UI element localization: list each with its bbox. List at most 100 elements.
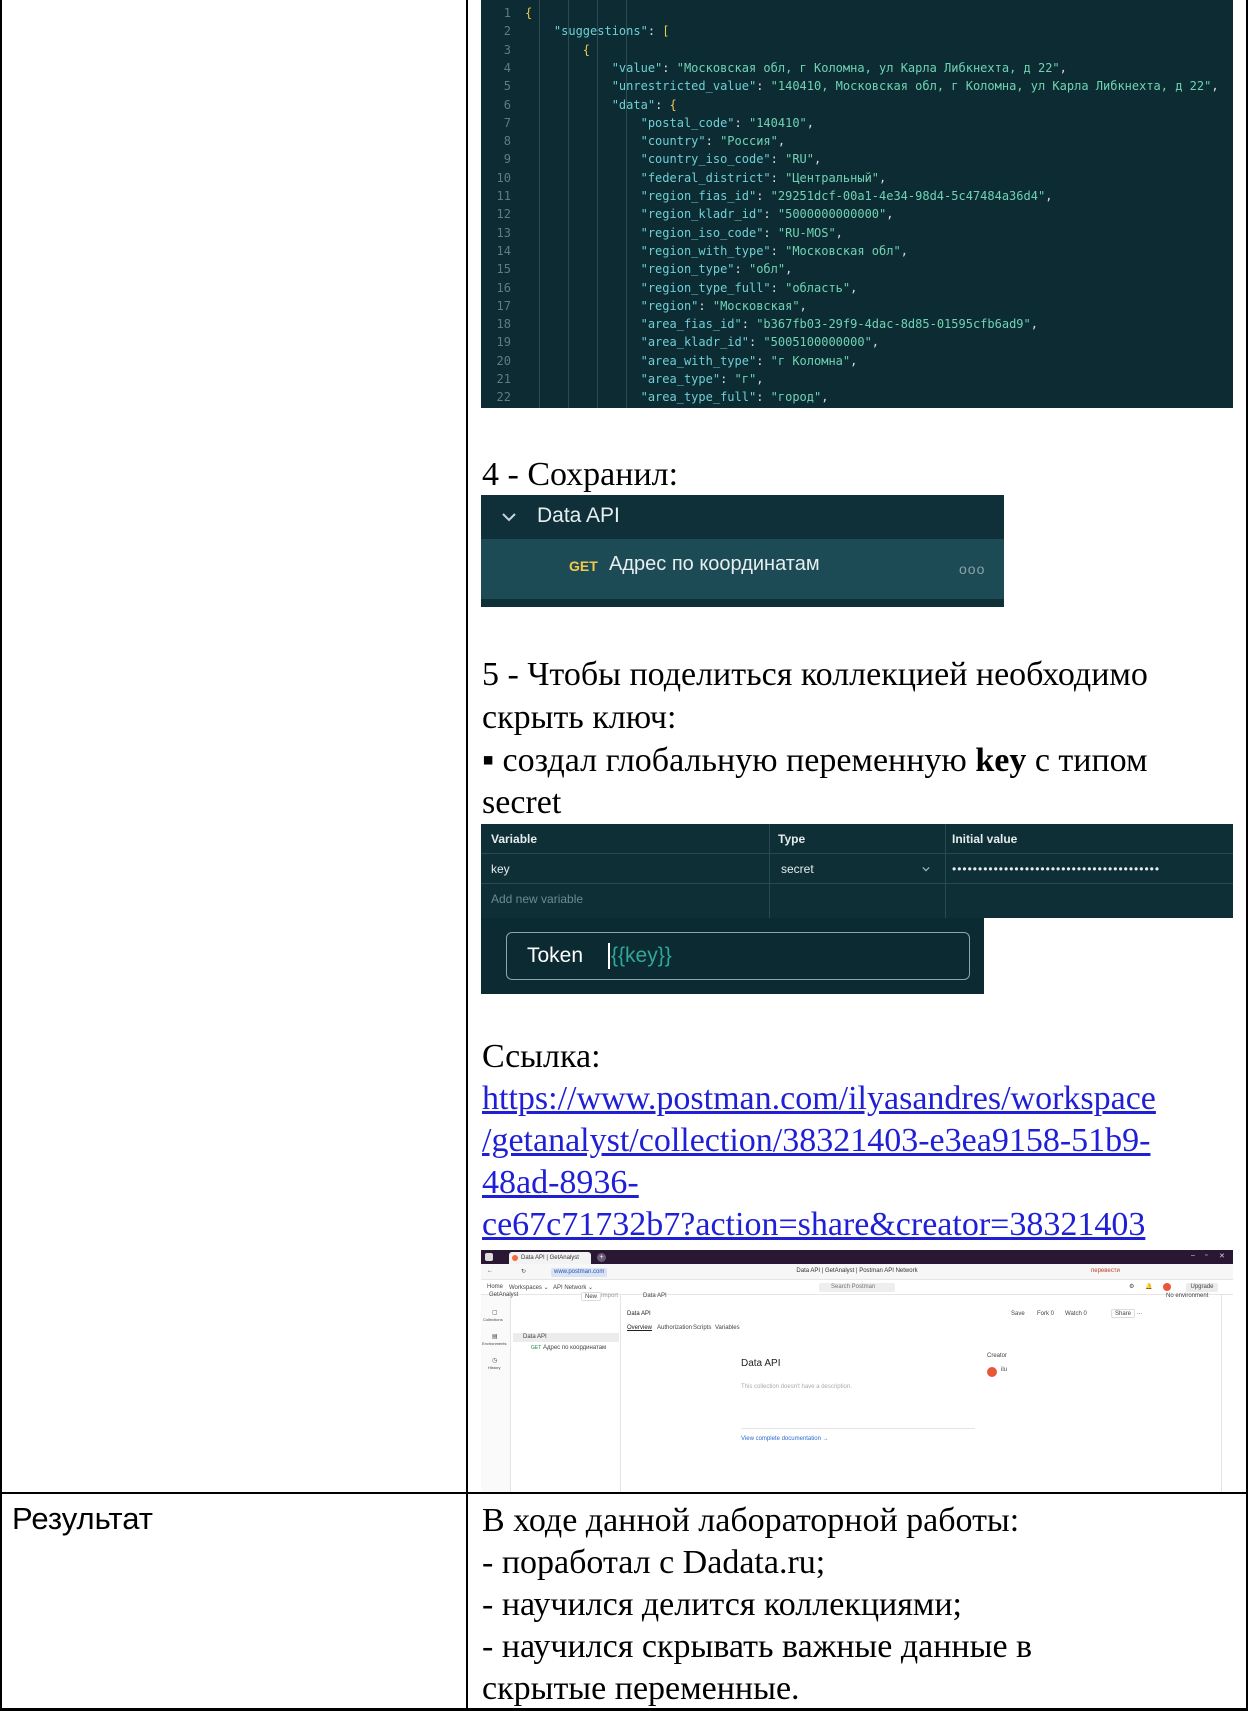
variable-name[interactable]: key xyxy=(491,862,510,876)
avatar[interactable] xyxy=(1163,1283,1171,1291)
line-number: 4 xyxy=(503,60,511,75)
minimize-icon[interactable]: – xyxy=(1191,1252,1195,1259)
tree-request[interactable]: Адрес по координатам xyxy=(543,1345,606,1351)
nav-home[interactable]: Home xyxy=(487,1284,503,1290)
save-button[interactable]: Save xyxy=(1011,1311,1025,1317)
more-actions-button[interactable]: ... xyxy=(1137,1310,1142,1316)
code-token: , xyxy=(806,115,814,130)
collections-icon[interactable]: ▢ xyxy=(492,1309,498,1316)
bell-icon[interactable]: 🔔 xyxy=(1145,1283,1152,1290)
address-bar[interactable]: ← ↻ www.postman.com Data API | GetAnalys… xyxy=(481,1264,1233,1280)
collection-name: Data API xyxy=(537,504,620,527)
share-link-line2[interactable]: /getanalyst/collection/38321403-e3ea9158… xyxy=(482,1122,1150,1160)
line-number: 18 xyxy=(496,317,511,332)
collection-row[interactable]: Data API xyxy=(481,495,1004,539)
code-token: "г" xyxy=(734,372,757,386)
code-token: "area_fias_id" xyxy=(640,317,742,332)
import-button[interactable]: Import xyxy=(601,1293,618,1299)
code-token: "region_fias_id" xyxy=(640,189,757,203)
sidebar-collections[interactable]: Collections xyxy=(483,1317,503,1322)
maximize-icon[interactable]: ▫ xyxy=(1205,1252,1207,1259)
add-variable-row[interactable]: Add new variable xyxy=(481,884,1233,914)
code-token: : xyxy=(756,353,771,368)
subtab-overview[interactable]: Overview xyxy=(627,1325,652,1331)
variable-type[interactable]: secret xyxy=(781,862,814,876)
add-variable-input[interactable]: Add new variable xyxy=(491,892,583,906)
code-text: "postal_code": "140410", xyxy=(525,114,814,132)
line-number: 22 xyxy=(496,390,511,405)
code-token: "29251dcf-00a1-4e34-98d4-5c47484a36d4" xyxy=(770,189,1046,203)
postman-main: Data API No environment Data API Save Fo… xyxy=(621,1293,1233,1492)
code-token: , xyxy=(785,262,793,277)
line-number: 16 xyxy=(496,280,511,295)
environments-icon[interactable]: ▤ xyxy=(492,1333,498,1340)
watch-button[interactable]: Watch 0 xyxy=(1065,1311,1087,1317)
code-token: "area_type" xyxy=(640,372,721,386)
code-line: 3 { xyxy=(481,41,1233,59)
code-token: "обл" xyxy=(748,262,786,277)
request-name: Адрес по координатам xyxy=(609,553,820,575)
environment-select[interactable]: No environment xyxy=(1166,1293,1208,1299)
share-button[interactable]: Share xyxy=(1111,1309,1136,1318)
code-text: "area_type_full": "город", xyxy=(525,388,829,406)
code-token: [ xyxy=(662,24,670,39)
code-text: "region_with_type": "Московская обл", xyxy=(525,242,908,260)
result-line4: - научился скрывать важные данные в xyxy=(482,1628,1033,1665)
search-input[interactable]: Search Postman xyxy=(819,1283,895,1292)
collection-tree: GetAnalyst New Import Data API GET Адрес… xyxy=(489,1292,621,1492)
new-tab-button[interactable]: + xyxy=(597,1253,606,1262)
subtab-authorization[interactable]: Authorization xyxy=(657,1325,692,1331)
nav-api-network[interactable]: API Network ⌄ xyxy=(553,1284,593,1291)
subtab-scripts[interactable]: Scripts xyxy=(693,1325,711,1331)
sidebar-history[interactable]: History xyxy=(488,1365,500,1370)
code-token: "region_with_type" xyxy=(640,243,771,258)
token-input[interactable]: Token {{key}} xyxy=(506,932,970,980)
bullet-text: ▪ создал глобальную переменную xyxy=(482,742,976,779)
code-token: "value" xyxy=(611,60,663,75)
tree-collection[interactable]: Data API xyxy=(523,1334,547,1340)
request-row[interactable]: GET Адрес по координатам ooo xyxy=(481,539,1004,599)
variable-value-masked[interactable]: •••••••••••••••••••••••••••••••••••••••• xyxy=(952,862,1160,876)
code-text: "area_kladr_id": "5005100000000", xyxy=(525,333,879,351)
bullet-bold-key: key xyxy=(975,742,1027,779)
no-description-text: This collection doesn't have a descripti… xyxy=(741,1384,852,1390)
close-icon[interactable]: ✕ xyxy=(1219,1252,1225,1260)
chevron-down-icon[interactable] xyxy=(922,865,930,873)
share-link-line4[interactable]: ce67c71732b7?action=share&creator=383214… xyxy=(482,1206,1145,1244)
translate-button[interactable]: перевести xyxy=(1091,1268,1120,1274)
line-number: 11 xyxy=(496,189,511,203)
workspace-name: GetAnalyst xyxy=(489,1292,519,1298)
result-label: Результат xyxy=(12,1501,153,1536)
share-link-line1[interactable]: https://www.postman.com/ilyasandres/work… xyxy=(482,1080,1156,1118)
code-token: , xyxy=(871,335,880,350)
chevron-down-icon[interactable] xyxy=(499,507,519,527)
settings-icon[interactable]: ⚙ xyxy=(1129,1283,1134,1290)
nav-workspaces[interactable]: Workspaces ⌄ xyxy=(509,1284,549,1291)
code-token: , xyxy=(1045,189,1053,203)
line-number: 3 xyxy=(503,42,511,57)
upgrade-button[interactable]: Upgrade xyxy=(1186,1283,1218,1292)
sidebar-environments[interactable]: Environments xyxy=(482,1341,506,1346)
variable-row[interactable]: key secret •••••••••••••••••••••••••••••… xyxy=(481,854,1233,884)
browser-tab[interactable]: Data API | GetAnalyst xyxy=(509,1252,591,1264)
code-token: "country" xyxy=(640,134,706,149)
open-tab[interactable]: Data API xyxy=(643,1293,667,1299)
result-line3: - научился делится коллекциями; xyxy=(482,1586,963,1623)
new-button[interactable]: New xyxy=(581,1292,602,1301)
code-token: "federal_district" xyxy=(640,170,771,185)
code-token: : xyxy=(662,60,677,75)
history-icon[interactable]: ◷ xyxy=(492,1357,497,1364)
line-number: 20 xyxy=(496,353,511,368)
code-token: : xyxy=(763,207,778,222)
share-link-line3[interactable]: 48ad-8936- xyxy=(482,1164,639,1202)
fork-button[interactable]: Fork 0 xyxy=(1037,1311,1054,1317)
more-options-icon[interactable]: ooo xyxy=(959,561,985,577)
subtab-variables[interactable]: Variables xyxy=(715,1325,740,1331)
code-token: : xyxy=(647,24,663,39)
doc-link[interactable]: View complete documentation → xyxy=(741,1436,829,1442)
code-token: , xyxy=(799,298,807,313)
code-line: 6 "data": { xyxy=(481,96,1233,114)
header-variable: Variable xyxy=(491,832,538,846)
line-number: 21 xyxy=(496,372,511,386)
code-token: : xyxy=(770,243,786,258)
